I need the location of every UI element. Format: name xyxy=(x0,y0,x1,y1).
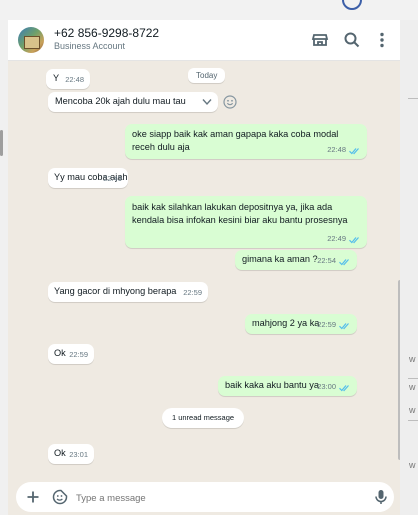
search-icon[interactable] xyxy=(342,30,362,50)
message-out[interactable]: baik kak silahkan lakukan depositnya ya,… xyxy=(125,196,367,248)
divider xyxy=(408,420,418,421)
date-badge: Today xyxy=(188,68,226,83)
read-ticks-icon xyxy=(339,259,349,266)
message-text: Ok xyxy=(54,348,66,358)
message-input[interactable] xyxy=(74,488,368,508)
message-text: Yang gacor di mhyong berapa xyxy=(54,286,177,296)
message-time: 22:59 xyxy=(317,320,336,329)
message-time: 23:00 xyxy=(317,382,336,391)
message-text: gimana ka aman ? xyxy=(242,254,318,264)
message-time: 22:54 xyxy=(317,256,336,265)
contact-name: +62 856-9298-8722 xyxy=(54,26,160,40)
chat-window: +62 856-9298-8722 Business Account Today… xyxy=(8,20,400,515)
background-letter: w xyxy=(409,382,416,392)
window-control-icon[interactable] xyxy=(342,0,362,10)
divider xyxy=(408,98,418,99)
message-text: Y xyxy=(53,73,60,83)
message-out[interactable]: oke siapp baik kak aman gapapa kaka coba… xyxy=(125,124,367,159)
message-time: 22:48 xyxy=(65,75,84,84)
message-in[interactable]: Ok 23:01 xyxy=(48,444,94,464)
chevron-down-icon[interactable] xyxy=(202,98,212,106)
message-text: baik kaka aku bantu ya xyxy=(225,380,319,390)
background-letter: w xyxy=(409,405,416,415)
emoji-reaction-icon[interactable] xyxy=(223,95,237,109)
message-text: Mencoba 20k ajah dulu mau tau xyxy=(55,96,186,106)
browser-top-strip xyxy=(0,0,418,20)
store-icon[interactable] xyxy=(310,30,330,50)
read-ticks-icon xyxy=(339,323,349,330)
message-in[interactable]: Yy mau coba ajah 22:49 xyxy=(48,168,128,188)
message-in[interactable]: Ok 22:59 xyxy=(48,344,94,364)
message-out[interactable]: baik kaka aku bantu ya 23:00 xyxy=(218,376,357,396)
message-time: 22:49 xyxy=(327,234,346,243)
mic-icon[interactable] xyxy=(374,489,388,505)
message-composer xyxy=(16,482,394,512)
left-edge-handle xyxy=(0,130,3,156)
background-letter: w xyxy=(409,354,416,364)
plus-icon[interactable] xyxy=(26,490,40,504)
message-time: 23:01 xyxy=(69,450,88,459)
message-time: 22:49 xyxy=(103,174,122,183)
message-time: 22:59 xyxy=(69,350,88,359)
message-time: 22:59 xyxy=(183,288,202,297)
message-text: baik kak silahkan lakukan depositnya ya,… xyxy=(132,202,348,225)
message-in[interactable]: Mencoba 20k ajah dulu mau tau xyxy=(48,92,218,112)
avatar[interactable] xyxy=(18,27,44,53)
message-out[interactable]: mahjong 2 ya ka 22:59 xyxy=(245,314,357,334)
menu-icon[interactable] xyxy=(372,30,392,50)
divider xyxy=(408,378,418,379)
message-text: Ok xyxy=(54,448,66,458)
contact-subtitle: Business Account xyxy=(54,41,126,51)
background-letter: w xyxy=(409,460,416,470)
sticker-icon[interactable] xyxy=(52,489,68,505)
read-ticks-icon xyxy=(349,237,359,244)
message-out[interactable]: gimana ka aman ? 22:54 xyxy=(235,250,357,270)
read-ticks-icon xyxy=(339,385,349,392)
message-text: mahjong 2 ya ka xyxy=(252,318,320,328)
message-in[interactable]: Yang gacor di mhyong berapa 22:59 xyxy=(48,282,208,302)
message-time: 22:48 xyxy=(327,145,346,154)
unread-divider: 1 unread message xyxy=(162,408,244,428)
background-window: w w w w xyxy=(400,20,418,515)
read-ticks-icon xyxy=(349,148,359,155)
scrollbar-thumb[interactable] xyxy=(398,280,400,460)
chat-header[interactable]: +62 856-9298-8722 Business Account xyxy=(8,20,400,61)
message-in[interactable]: Y 22:48 xyxy=(46,69,90,89)
